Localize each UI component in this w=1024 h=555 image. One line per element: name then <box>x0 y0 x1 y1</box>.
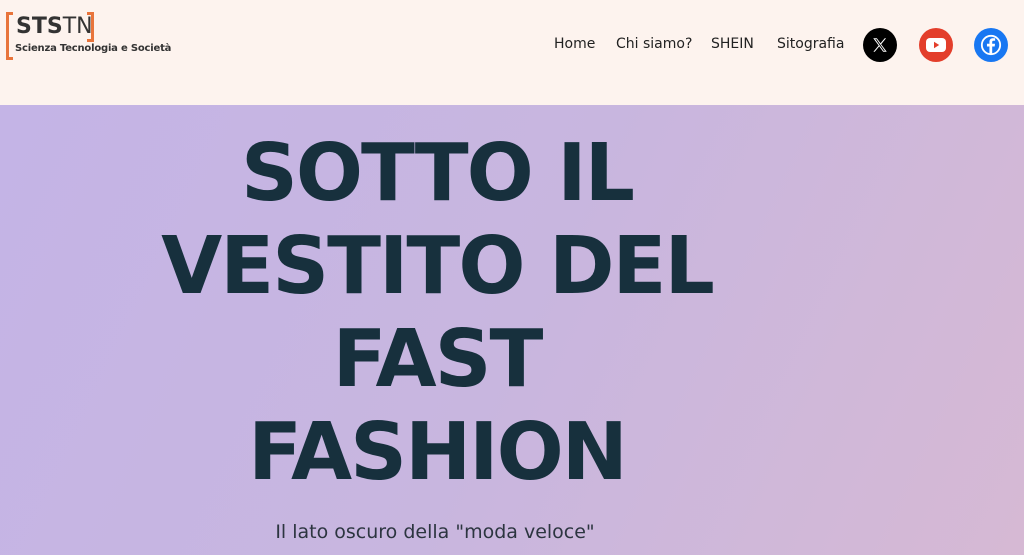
x-logo-glyph <box>873 38 887 52</box>
nav-chi-siamo[interactable]: Chi siamo? <box>616 34 692 54</box>
nav-sitografia[interactable]: Sitografia <box>777 34 844 54</box>
youtube-glyph <box>926 38 946 52</box>
hero-title-line: SOTTO IL <box>240 127 635 219</box>
hero-section: SOTTO IL VESTITO DEL FAST FASHION Il lat… <box>0 105 1024 555</box>
hero-title: SOTTO IL VESTITO DEL FAST FASHION <box>120 127 754 499</box>
site-logo[interactable]: STSTN Scienza Tecnologia e Società <box>6 10 171 62</box>
hero-subtitle: Il lato oscuro della "moda veloce" <box>275 521 595 543</box>
site-header: STSTN Scienza Tecnologia e Società Home … <box>0 0 1024 105</box>
logo-mark: STSTN <box>16 14 93 40</box>
facebook-icon[interactable] <box>974 28 1008 62</box>
logo-subtitle: Scienza Tecnologia e Società <box>15 43 172 54</box>
hero-title-line: FASHION <box>248 406 628 498</box>
logo-bracket-left <box>6 12 13 60</box>
x-logo-icon[interactable] <box>863 28 897 62</box>
facebook-glyph <box>980 34 1002 56</box>
hero-title-line: FAST <box>332 313 544 405</box>
logo-bracket-right <box>87 12 94 42</box>
youtube-icon[interactable] <box>919 28 953 62</box>
nav-home[interactable]: Home <box>554 34 595 54</box>
nav-shein[interactable]: SHEIN <box>711 34 754 54</box>
logo-mark-bold: STS <box>16 14 63 39</box>
hero-title-line: VESTITO DEL <box>161 220 715 312</box>
